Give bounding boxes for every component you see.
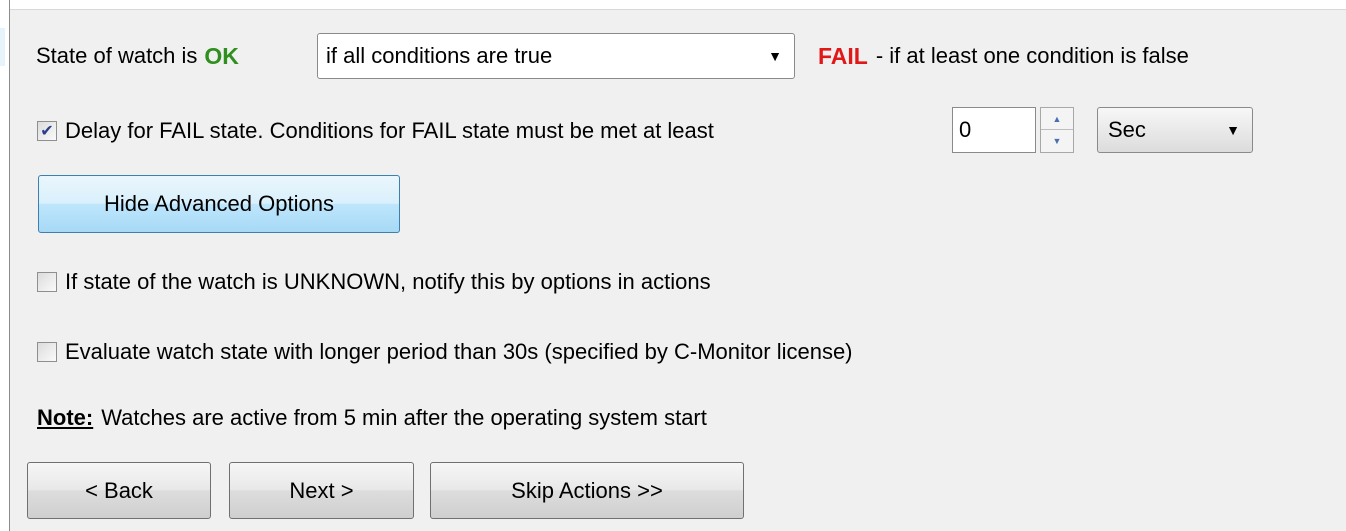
edge-highlight bbox=[0, 28, 5, 66]
next-button-label: Next > bbox=[289, 477, 354, 503]
hide-advanced-options-button[interactable]: Hide Advanced Options bbox=[38, 175, 400, 233]
window-top-edge bbox=[0, 0, 1346, 10]
delay-unit-value: Sec bbox=[1108, 117, 1146, 142]
evaluation-period-option[interactable]: Evaluate watch state with longer period … bbox=[37, 330, 853, 374]
back-button[interactable]: < Back bbox=[27, 462, 211, 519]
condition-dropdown[interactable]: if all conditions are true ▼ bbox=[317, 33, 795, 79]
arrow-down-icon[interactable]: ▼ bbox=[1041, 130, 1073, 152]
delay-spinner[interactable]: ▲ ▼ bbox=[1040, 107, 1074, 153]
evaluation-period-checkbox[interactable] bbox=[37, 342, 57, 362]
next-button[interactable]: Next > bbox=[229, 462, 414, 519]
chevron-down-icon: ▼ bbox=[1226, 122, 1240, 138]
fail-suffix-label: - if at least one condition is false bbox=[875, 43, 1189, 68]
delay-label: Delay for FAIL state. Conditions for FAI… bbox=[65, 118, 714, 143]
ok-state-label: OK bbox=[204, 42, 239, 69]
back-button-label: < Back bbox=[85, 477, 153, 503]
note-label: Note: bbox=[37, 405, 94, 430]
chevron-down-icon: ▼ bbox=[768, 48, 782, 64]
delay-unit-dropdown[interactable]: Sec ▼ bbox=[1097, 107, 1253, 153]
note: Note: Watches are active from 5 min afte… bbox=[37, 396, 707, 440]
skip-actions-button-label: Skip Actions >> bbox=[511, 477, 663, 503]
note-text: Watches are active from 5 min after the … bbox=[101, 405, 707, 430]
fail-state-label: FAIL bbox=[818, 42, 868, 69]
fail-description: FAIL - if at least one condition is fals… bbox=[818, 34, 1189, 78]
state-row: State of watch is OK bbox=[36, 34, 239, 78]
hide-advanced-options-label: Hide Advanced Options bbox=[104, 191, 334, 216]
state-prefix-label: State of watch is bbox=[36, 43, 198, 68]
check-icon: ✔ bbox=[40, 123, 54, 140]
delay-checkbox[interactable]: ✔ bbox=[37, 121, 57, 141]
unknown-state-label: If state of the watch is UNKNOWN, notify… bbox=[65, 269, 711, 294]
skip-actions-button[interactable]: Skip Actions >> bbox=[430, 462, 744, 519]
delay-value-input[interactable]: 0 bbox=[952, 107, 1036, 153]
condition-dropdown-value: if all conditions are true bbox=[326, 43, 553, 68]
arrow-up-icon[interactable]: ▲ bbox=[1041, 108, 1073, 130]
evaluation-period-label: Evaluate watch state with longer period … bbox=[65, 339, 853, 364]
delay-value: 0 bbox=[959, 117, 972, 142]
unknown-state-checkbox[interactable] bbox=[37, 272, 57, 292]
delay-option[interactable]: ✔ Delay for FAIL state. Conditions for F… bbox=[37, 109, 714, 153]
window-left-edge bbox=[0, 0, 10, 531]
unknown-state-option[interactable]: If state of the watch is UNKNOWN, notify… bbox=[37, 260, 711, 304]
